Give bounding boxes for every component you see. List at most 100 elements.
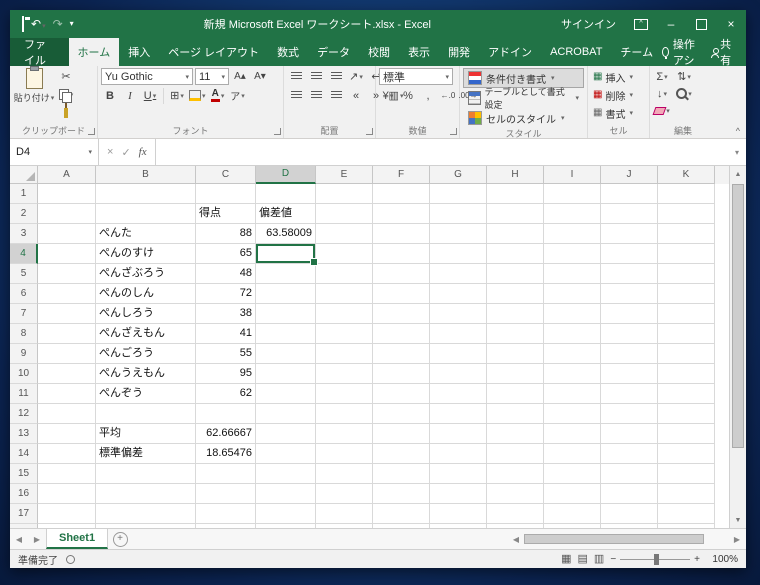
fill-button[interactable]: ↓ ▾ xyxy=(653,85,671,102)
cell-K16[interactable] xyxy=(658,484,715,504)
tab-データ[interactable]: データ xyxy=(308,38,359,66)
cell-E12[interactable] xyxy=(316,404,373,424)
scroll-right-button[interactable]: ▶ xyxy=(730,535,744,544)
cell-J6[interactable] xyxy=(601,284,658,304)
cell-G3[interactable] xyxy=(430,224,487,244)
borders-button[interactable]: ⊞ ▾ xyxy=(168,87,186,104)
cell-E10[interactable] xyxy=(316,364,373,384)
cell-G2[interactable] xyxy=(430,204,487,224)
cell-A16[interactable] xyxy=(38,484,96,504)
cell-H8[interactable] xyxy=(487,324,544,344)
cell-G14[interactable] xyxy=(430,444,487,464)
copy-button[interactable]: ▾ xyxy=(57,86,75,103)
cell-B8[interactable]: ぺんざえもん xyxy=(96,324,196,344)
autosum-button[interactable]: Σ ▾ xyxy=(653,68,671,85)
column-header-F[interactable]: F xyxy=(373,166,430,184)
cell-D4[interactable] xyxy=(256,244,318,266)
horizontal-scroll-thumb[interactable] xyxy=(524,534,705,544)
percent-format-button[interactable]: % xyxy=(399,87,417,104)
cell-D17[interactable] xyxy=(256,504,316,524)
insert-cells-button[interactable]: ▦ 挿入 ▾ xyxy=(591,68,646,86)
cell-F16[interactable] xyxy=(373,484,430,504)
cell-B4[interactable]: ぺんのすけ xyxy=(96,244,196,264)
cell-H4[interactable] xyxy=(487,244,544,264)
close-button[interactable]: × xyxy=(716,10,746,38)
clear-button[interactable]: ▾ xyxy=(652,102,671,119)
row-header-1[interactable]: 1 xyxy=(10,184,38,204)
cell-J11[interactable] xyxy=(601,384,658,404)
cell-A4[interactable] xyxy=(38,244,96,264)
cell-F6[interactable] xyxy=(373,284,430,304)
currency-format-button[interactable]: ¥ ▾ xyxy=(379,87,397,104)
cell-F13[interactable] xyxy=(373,424,430,444)
cell-H18[interactable] xyxy=(487,524,544,528)
cell-I9[interactable] xyxy=(544,344,601,364)
cell-E7[interactable] xyxy=(316,304,373,324)
cell-D3[interactable]: 63.58009 xyxy=(256,224,316,244)
fill-color-button[interactable]: ▾ xyxy=(188,87,207,104)
cell-B14[interactable]: 標準偏差 xyxy=(96,444,196,464)
cell-K3[interactable] xyxy=(658,224,715,244)
undo-button[interactable]: ↶▾ xyxy=(31,18,46,30)
cell-C13[interactable]: 62.66667 xyxy=(196,424,256,444)
row-header-12[interactable]: 12 xyxy=(10,404,38,424)
cell-G4[interactable] xyxy=(430,244,487,264)
cell-B1[interactable] xyxy=(96,184,196,204)
cell-F3[interactable] xyxy=(373,224,430,244)
horizontal-scrollbar[interactable]: ◀ ▶ xyxy=(507,529,746,549)
cell-A18[interactable] xyxy=(38,524,96,528)
row-header-16[interactable]: 16 xyxy=(10,484,38,504)
cell-A17[interactable] xyxy=(38,504,96,524)
name-box[interactable]: D4 ▾ xyxy=(10,139,99,165)
tab-ページ-レイアウト[interactable]: ページ レイアウト xyxy=(159,38,268,66)
cell-I11[interactable] xyxy=(544,384,601,404)
cell-H7[interactable] xyxy=(487,304,544,324)
tab-表示[interactable]: 表示 xyxy=(399,38,439,66)
cell-K1[interactable] xyxy=(658,184,715,204)
cell-K13[interactable] xyxy=(658,424,715,444)
cell-B12[interactable] xyxy=(96,404,196,424)
tab-開発[interactable]: 開発 xyxy=(439,38,479,66)
cell-E3[interactable] xyxy=(316,224,373,244)
cell-D13[interactable] xyxy=(256,424,316,444)
cell-J9[interactable] xyxy=(601,344,658,364)
cell-C6[interactable]: 72 xyxy=(196,284,256,304)
align-right-button[interactable] xyxy=(327,87,345,104)
tab-数式[interactable]: 数式 xyxy=(268,38,308,66)
cell-A11[interactable] xyxy=(38,384,96,404)
cell-B9[interactable]: ぺんごろう xyxy=(96,344,196,364)
sheet-nav-next-button[interactable]: ▶ xyxy=(28,529,46,549)
column-header-J[interactable]: J xyxy=(601,166,658,184)
customize-qat-button[interactable]: ▾ xyxy=(70,20,74,28)
tab-ACROBAT[interactable]: ACROBAT xyxy=(541,38,611,66)
cell-K10[interactable] xyxy=(658,364,715,384)
cell-J12[interactable] xyxy=(601,404,658,424)
cell-F5[interactable] xyxy=(373,264,430,284)
cancel-button[interactable]: × xyxy=(107,146,113,158)
clipboard-dialog-launcher[interactable] xyxy=(88,128,95,135)
cell-A3[interactable] xyxy=(38,224,96,244)
cell-F11[interactable] xyxy=(373,384,430,404)
cell-F10[interactable] xyxy=(373,364,430,384)
cell-G18[interactable] xyxy=(430,524,487,528)
cell-G13[interactable] xyxy=(430,424,487,444)
cell-I10[interactable] xyxy=(544,364,601,384)
cell-D14[interactable] xyxy=(256,444,316,464)
cell-D5[interactable] xyxy=(256,264,316,284)
column-header-D[interactable]: D xyxy=(256,166,316,184)
scroll-left-button[interactable]: ◀ xyxy=(509,535,523,544)
cell-styles-button[interactable]: セルのスタイル ▾ xyxy=(463,108,584,128)
cell-A12[interactable] xyxy=(38,404,96,424)
cell-F15[interactable] xyxy=(373,464,430,484)
page-break-view-button[interactable]: ▥ xyxy=(594,553,604,565)
increase-decimal-button[interactable]: ←.0 xyxy=(439,87,457,104)
cell-A13[interactable] xyxy=(38,424,96,444)
cell-F14[interactable] xyxy=(373,444,430,464)
cell-H2[interactable] xyxy=(487,204,544,224)
cell-G10[interactable] xyxy=(430,364,487,384)
cell-C18[interactable] xyxy=(196,524,256,528)
format-as-table-button[interactable]: テーブルとして書式設定 ▾ xyxy=(463,87,584,110)
cell-H10[interactable] xyxy=(487,364,544,384)
cell-I15[interactable] xyxy=(544,464,601,484)
column-header-K[interactable]: K xyxy=(658,166,715,184)
